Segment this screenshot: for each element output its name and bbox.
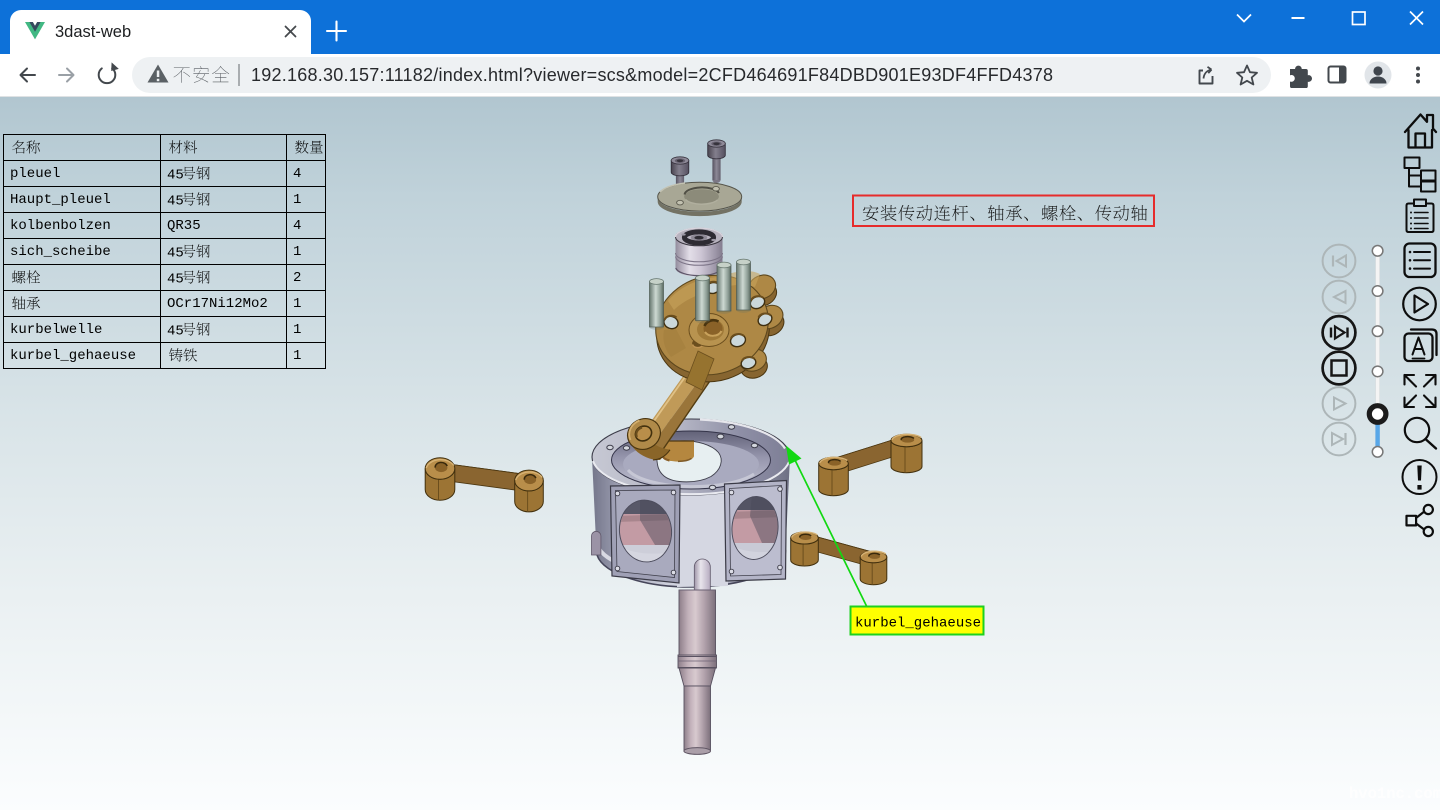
svg-text:kurbel_gehaeuse: kurbel_gehaeuse <box>855 616 981 632</box>
svg-text:hvo1nc.com: hvo1nc.com <box>1349 785 1440 803</box>
